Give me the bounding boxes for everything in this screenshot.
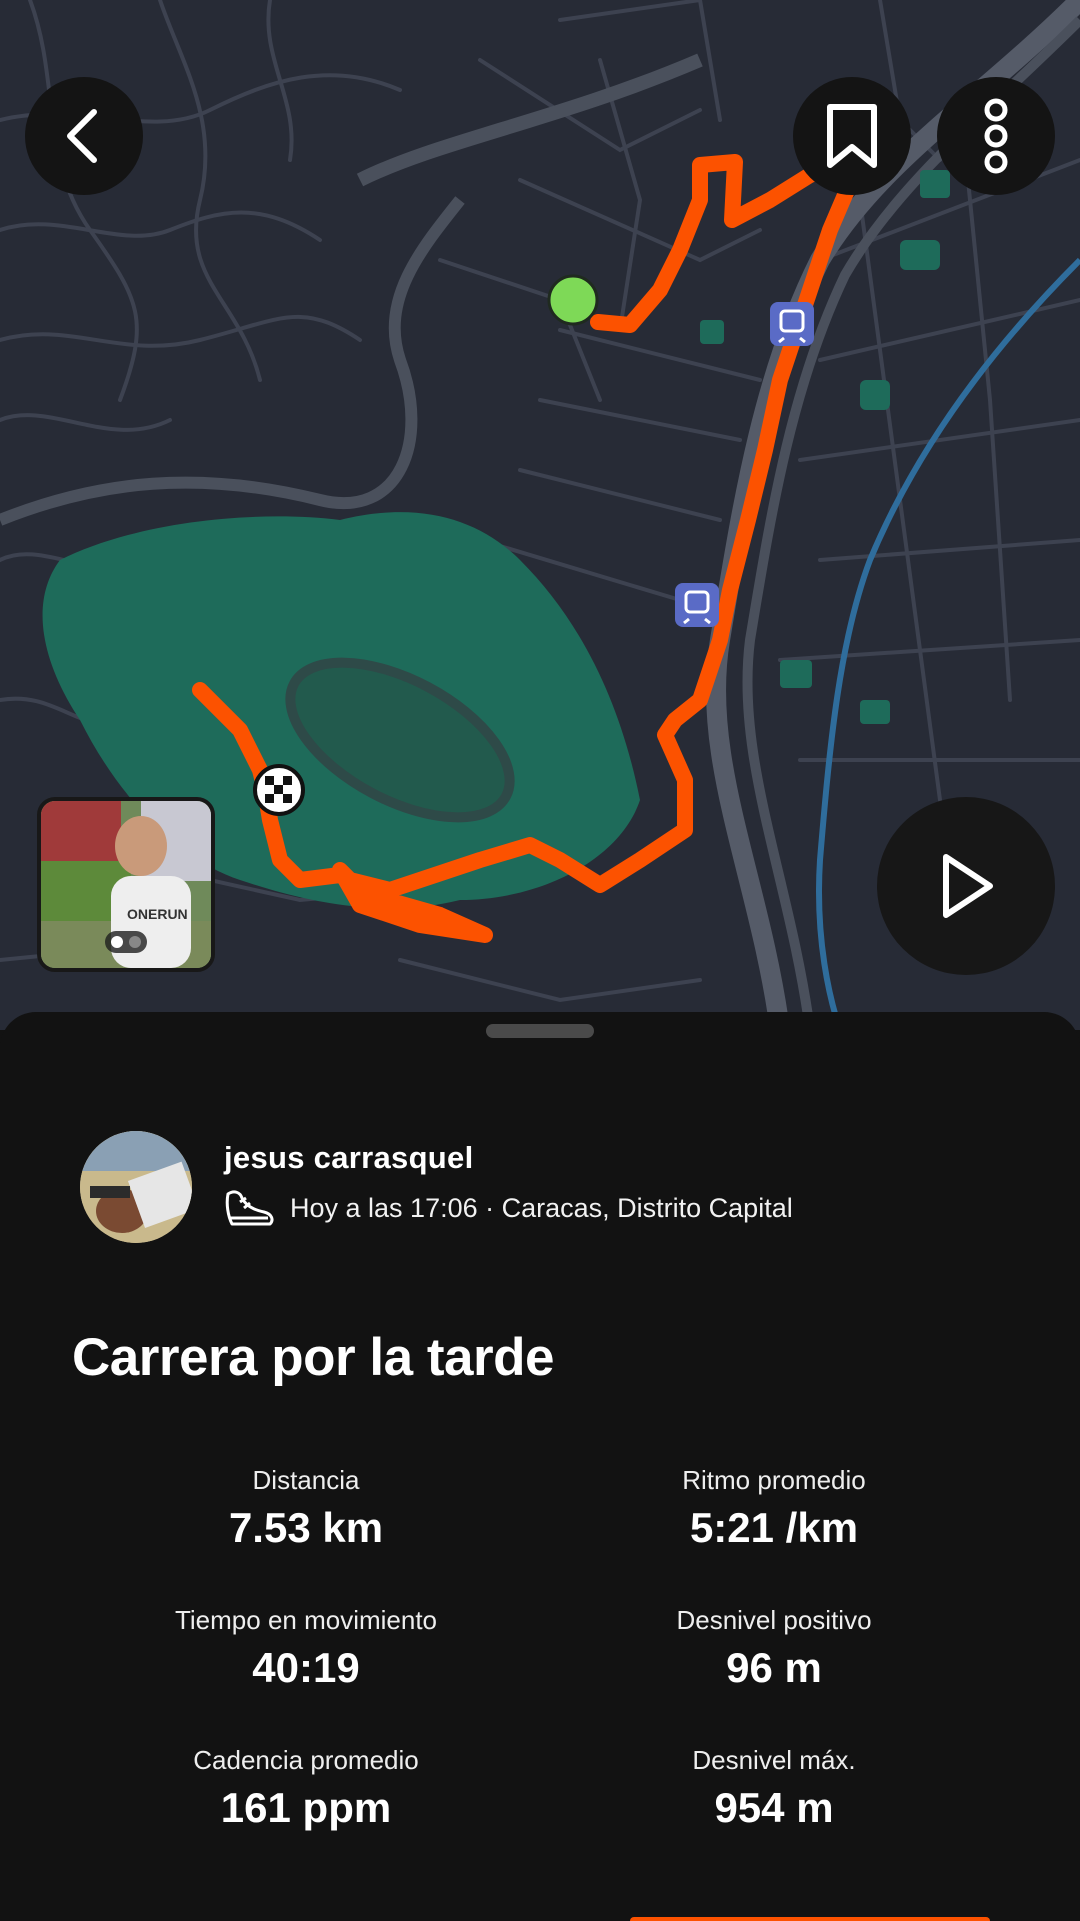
sheet-drag-handle[interactable]: [486, 1024, 594, 1038]
athlete-name[interactable]: jesus carrasquel: [224, 1140, 474, 1176]
stat-label: Cadencia promedio: [193, 1745, 419, 1775]
avatar-image: [80, 1131, 192, 1243]
stat-avg-cadence: Cadencia promedio 161 ppm: [96, 1744, 516, 1834]
start-dot-icon: [547, 274, 599, 326]
secondary-road-2: [0, 196, 465, 526]
checkered-flag-icon: [253, 764, 305, 816]
train-station-icon[interactable]: [675, 583, 719, 627]
activity-details-sheet: jesus carrasquel Hoy a las 17:06 · Carac…: [0, 1012, 1080, 1921]
activity-screen: ONERUN jesus carrasquel Hoy a las 17:06 …: [0, 0, 1080, 1921]
stat-moving-time: Tiempo en movimiento 40:19: [96, 1604, 516, 1694]
play-flyover-button[interactable]: [877, 797, 1055, 975]
stat-distance: Distancia 7.53 km: [96, 1464, 516, 1554]
stat-value: 5:21 /km: [689, 1504, 859, 1551]
stat-avg-pace: Ritmo promedio 5:21 /km: [564, 1464, 984, 1554]
accent-button-edge[interactable]: [630, 1917, 990, 1921]
stat-elevation-gain: Desnivel positivo 96 m: [564, 1604, 984, 1694]
stat-value: 96 m: [726, 1644, 822, 1691]
running-shoe-icon: [225, 1190, 274, 1226]
stat-value: 40:19: [252, 1644, 360, 1691]
stat-value: 161 ppm: [220, 1784, 392, 1831]
activity-date-location: Hoy a las 17:06 · Caracas, Distrito Capi…: [290, 1192, 793, 1223]
stat-value: 954 m: [714, 1784, 834, 1831]
svg-text:ONERUN: ONERUN: [127, 906, 188, 922]
more-vertical-icon: [984, 98, 1008, 174]
train-station-icon[interactable]: [770, 302, 814, 346]
play-icon: [943, 854, 993, 918]
bookmark-icon: [827, 104, 877, 168]
chevron-left-icon: [67, 109, 97, 163]
stat-label: Distancia: [252, 1465, 360, 1495]
route-map[interactable]: ONERUN: [0, 0, 1080, 1030]
stat-max-elevation: Desnivel máx. 954 m: [564, 1744, 984, 1834]
stat-label: Desnivel máx.: [692, 1745, 856, 1775]
stat-value: 7.53 km: [228, 1504, 384, 1551]
activity-title: Carrera por la tarde: [72, 1328, 554, 1387]
bookmark-button[interactable]: [793, 77, 911, 195]
activity-photo[interactable]: ONERUN: [37, 797, 215, 972]
back-button[interactable]: [25, 77, 143, 195]
secondary-road: [356, 53, 703, 187]
more-options-button[interactable]: [937, 77, 1055, 195]
avatar[interactable]: [80, 1131, 192, 1243]
stat-label: Ritmo promedio: [682, 1465, 866, 1495]
activity-meta: Hoy a las 17:06 · Caracas, Distrito Capi…: [224, 1186, 793, 1230]
stat-label: Desnivel positivo: [676, 1605, 872, 1635]
photo-carousel-indicator: [105, 931, 147, 953]
stat-label: Tiempo en movimiento: [174, 1605, 438, 1635]
